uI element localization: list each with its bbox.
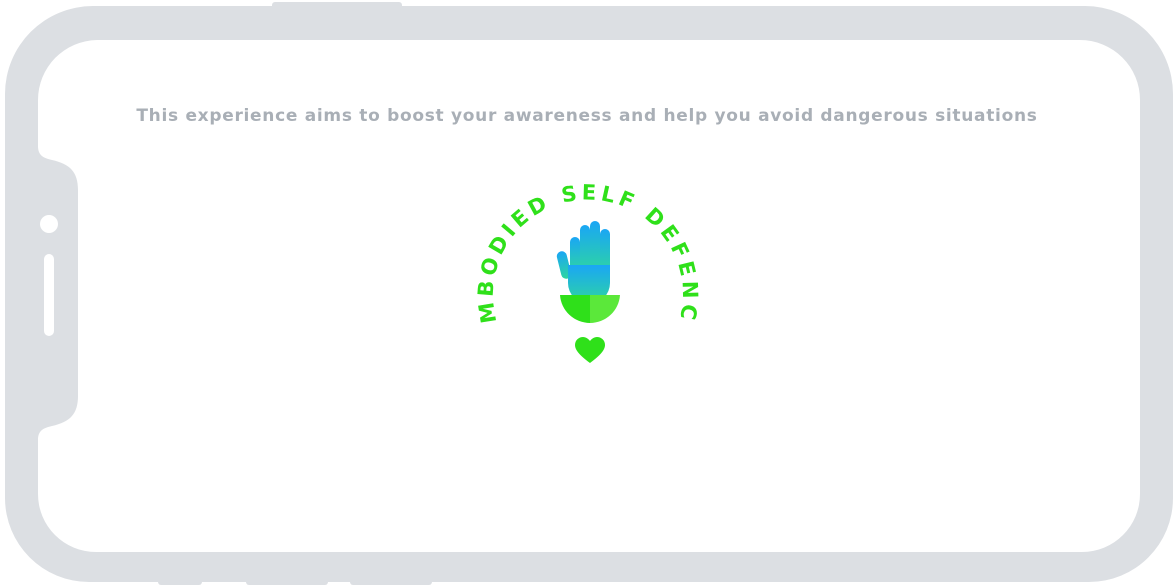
camera-dot: [40, 215, 58, 233]
speaker-slot: [44, 254, 54, 336]
hand-icon: [556, 221, 610, 304]
leaves-icon: [560, 295, 620, 324]
intro-tagline: This experience aims to boost your aware…: [136, 106, 1038, 126]
embodied-self-defence-logo: EMBODIED SELF DEFENCE: [451, 146, 720, 375]
heart-icon: [575, 337, 605, 363]
device-mockup: This experience aims to boost your aware…: [0, 0, 1174, 587]
